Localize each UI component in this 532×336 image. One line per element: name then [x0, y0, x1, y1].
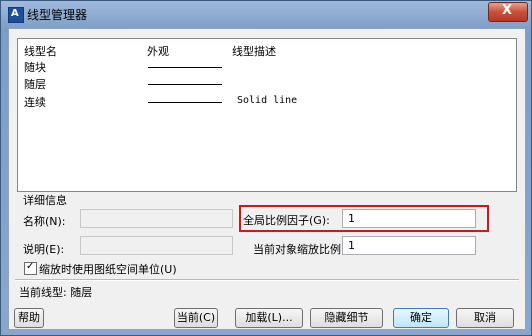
app-icon [8, 7, 24, 23]
divider [15, 279, 519, 281]
ok-button[interactable]: 确定 [393, 308, 449, 328]
linetype-manager-window: 线型管理器 X 线型名 外观 线型描述 随块 随层 连续 Solid line … [0, 0, 532, 336]
paperspace-checkbox[interactable]: ✓ [24, 261, 37, 275]
load-button[interactable]: 加载(L)... [235, 308, 303, 328]
details-section-label: 详细信息 [23, 194, 67, 207]
linetype-list[interactable]: 线型名 外观 线型描述 随块 随层 连续 Solid line [17, 38, 517, 192]
cancel-button[interactable]: 取消 [456, 308, 514, 328]
close-button[interactable]: X [488, 2, 528, 22]
column-header-appearance[interactable]: 外观 [147, 43, 169, 59]
global-scale-input[interactable]: 1 [342, 209, 476, 228]
column-header-name[interactable]: 线型名 [24, 43, 57, 59]
name-label: 名称(N): [23, 215, 66, 228]
linetype-name: 随块 [24, 61, 46, 74]
title-bar[interactable]: 线型管理器 X [1, 1, 531, 27]
current-linetype-text: 当前线型: 随层 [19, 286, 93, 299]
window-title: 线型管理器 [27, 8, 88, 22]
close-icon: X [502, 3, 513, 18]
linetype-name: 连续 [24, 96, 46, 109]
linetype-sample [148, 84, 222, 85]
linetype-sample [148, 102, 222, 103]
paperspace-label[interactable]: 缩放时使用图纸空间单位(U) [39, 261, 177, 277]
dialog-body: 线型名 外观 线型描述 随块 随层 连续 Solid line 详细信息 名称(… [8, 28, 526, 330]
checkmark-icon: ✓ [26, 261, 35, 272]
current-button[interactable]: 当前(C) [174, 308, 218, 328]
current-scale-input[interactable]: 1 [342, 236, 476, 255]
name-field[interactable] [80, 209, 233, 228]
list-row[interactable]: 随块 [18, 59, 516, 75]
linetype-description: Solid line [237, 95, 298, 106]
column-header-description[interactable]: 线型描述 [232, 43, 276, 59]
global-scale-label: 全局比例因子(G): [243, 214, 330, 227]
help-button[interactable]: 帮助 [14, 308, 44, 328]
description-field[interactable] [80, 236, 233, 255]
hide-details-button[interactable]: 隐藏细节 [310, 308, 383, 328]
description-label: 说明(E): [23, 243, 65, 256]
linetype-sample [148, 67, 222, 68]
linetype-name: 随层 [24, 78, 46, 91]
current-linetype-status: 当前线型: 随层 [17, 283, 515, 299]
list-row[interactable]: 随层 [18, 76, 516, 92]
list-row[interactable]: 连续 Solid line [18, 94, 516, 110]
